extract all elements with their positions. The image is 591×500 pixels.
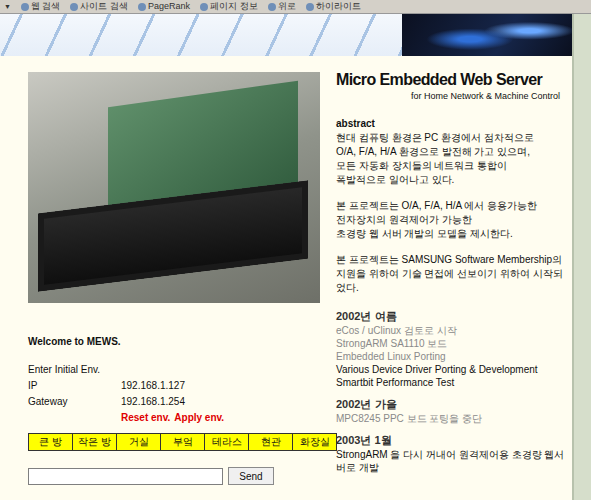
- paragraph-line: 폭발적으로 일어나고 있다.: [336, 173, 566, 187]
- photo-display: [38, 180, 308, 291]
- room-button[interactable]: 작은 방: [73, 434, 117, 450]
- timeline-line: Embedded Linux Porting: [336, 350, 566, 363]
- timeline-heading: 2002년 가을: [336, 397, 566, 412]
- timeline-line: Various Device Driver Porting & Developm…: [336, 363, 566, 376]
- field-value: 192.168.1.127: [121, 378, 185, 394]
- toolbar-item[interactable]: 하이라이트: [306, 0, 361, 13]
- message-input[interactable]: [28, 468, 223, 485]
- side-strip: [572, 14, 591, 500]
- timeline-line: Smartbit Performance Test: [336, 376, 566, 389]
- env-actions: Reset env.Apply env.: [28, 410, 320, 426]
- paragraph-line: O/A, F/A, H/A 환경으로 발전해 가고 있으며,: [336, 145, 566, 159]
- paragraph-line: 본 프로젝트는 SAMSUNG Software Membership의: [336, 253, 566, 267]
- right-column: Micro Embedded Web Serverfor Home Networ…: [336, 56, 566, 500]
- timeline-heading: 2002년 여름: [336, 309, 566, 324]
- abstract-paragraph: 현대 컴퓨팅 환경은 PC 환경에서 점차적으로O/A, F/A, H/A 환경…: [336, 131, 566, 187]
- toolbar-icon: [70, 3, 78, 11]
- field-value: 192.168.1.254: [121, 394, 185, 410]
- toolbar-icon: [268, 3, 276, 11]
- abstract-paragraph: 본 프로젝트는 SAMSUNG Software Membership의지원을 …: [336, 253, 566, 295]
- toolbar-icon: [200, 3, 208, 11]
- env-action-link[interactable]: Apply env.: [174, 410, 224, 426]
- paragraph-line: 지원을 위하여 기술 면접에 선보이기 위하여 시작되었다.: [336, 267, 566, 295]
- toolbar-item[interactable]: 웹 검색: [21, 0, 61, 13]
- room-button[interactable]: 큰 방: [29, 434, 73, 450]
- room-button[interactable]: 거실: [117, 434, 161, 450]
- send-button[interactable]: Send: [228, 467, 274, 485]
- paragraph-line: 현대 컴퓨팅 환경은 PC 환경에서 점차적으로: [336, 131, 566, 145]
- content: Welcome to MEWS. Enter Initial Env.IP192.…: [0, 14, 572, 500]
- banner-image: [402, 14, 572, 56]
- timeline-heading: 2003년 1월: [336, 433, 566, 448]
- timeline-line: StrongARM SA1110 보드: [336, 337, 566, 350]
- board-photo: [28, 72, 320, 303]
- env-action-link[interactable]: Reset env.: [121, 410, 170, 426]
- field-label: IP: [28, 378, 121, 394]
- main: Welcome to MEWS. Enter Initial Env.IP192.…: [0, 56, 572, 500]
- banner: [0, 14, 572, 56]
- paragraph-line: 본 프로젝트는 O/A, F/A, H/A 에서 응용가능한: [336, 199, 566, 213]
- paragraph-line: 전자장치의 원격제어가 가능한: [336, 213, 566, 227]
- env-heading: Enter Initial Env.: [28, 362, 320, 378]
- abstract-paragraph: 본 프로젝트는 O/A, F/A, H/A 에서 응용가능한전자장치의 원격제어…: [336, 199, 566, 241]
- timeline-entry: 2002년 가을MPC8245 PPC 보드 포팅을 중단: [336, 397, 566, 425]
- paragraph-line: 모든 자동화 장치들의 네트워크 통합이: [336, 159, 566, 173]
- abstract-heading: abstract: [336, 117, 566, 131]
- paragraph-line: 초경량 웹 서버 개발의 모델을 제시한다.: [336, 227, 566, 241]
- toolbar-item[interactable]: 사이트 검색: [70, 0, 128, 13]
- room-buttons: 큰 방작은 방거실부엌테라스현관화장실: [28, 433, 337, 451]
- banner-pattern: [0, 14, 402, 56]
- welcome-text: Welcome to MEWS.: [28, 334, 320, 350]
- toolbar-item[interactable]: PageRank: [138, 0, 190, 13]
- toolbar-item[interactable]: 페이지 정보: [200, 0, 258, 13]
- site-subtitle: for Home Network & Machine Control: [336, 90, 566, 102]
- browser-toolbar: ▼ 웹 검색 사이트 검색 PageRank 페이지 정보 위로 하이라이트: [0, 0, 591, 14]
- toolbar-item[interactable]: 위로: [268, 0, 296, 13]
- toolbar-icon: [21, 3, 29, 11]
- room-button[interactable]: 부엌: [161, 434, 205, 450]
- message-row: Send: [28, 467, 320, 485]
- toolbar-icon: [138, 3, 146, 11]
- timeline-entry: 2002년 여름eCos / uClinux 검토로 시작StrongARM S…: [336, 309, 566, 389]
- timeline-line: MPC8245 PPC 보드 포팅을 중단: [336, 412, 566, 425]
- room-button[interactable]: 테라스: [205, 434, 249, 450]
- env-field: Gateway192.168.1.254: [28, 394, 320, 410]
- room-button[interactable]: 화장실: [293, 434, 336, 450]
- page: ▼ 웹 검색 사이트 검색 PageRank 페이지 정보 위로 하이라이트 Welcome …: [0, 0, 591, 500]
- left-column: Welcome to MEWS. Enter Initial Env.IP192.…: [28, 56, 320, 500]
- site-title: Micro Embedded Web Server: [336, 70, 566, 90]
- timeline-line: eCos / uClinux 검토로 시작: [336, 324, 566, 337]
- timeline-entry: 2003년 1월StrongARM 을 다시 꺼내어 원격제어용 초경량 웹서버…: [336, 433, 566, 474]
- field-label: Gateway: [28, 394, 121, 410]
- toolbar-icon: [306, 3, 314, 11]
- env-field: IP192.168.1.127: [28, 378, 320, 394]
- page-body: Welcome to MEWS. Enter Initial Env.IP192.…: [0, 14, 591, 500]
- room-button[interactable]: 현관: [249, 434, 293, 450]
- dropdown-arrow[interactable]: ▼: [4, 0, 11, 13]
- timeline-line: StrongARM 을 다시 꺼내어 원격제어용 초경량 웹서버로 개발: [336, 448, 566, 474]
